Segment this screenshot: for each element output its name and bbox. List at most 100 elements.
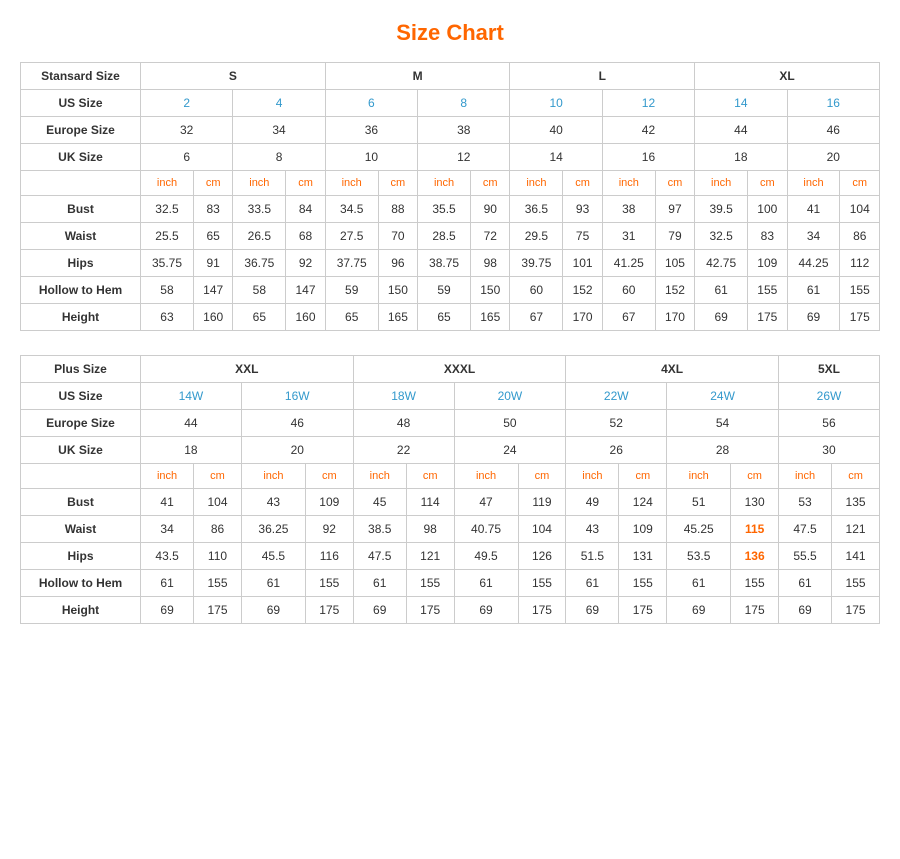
us-l2: 12 <box>602 90 694 117</box>
h2h-12: 152 <box>655 277 694 304</box>
plus-inch-7: inch <box>778 464 831 489</box>
height-13: 69 <box>695 304 748 331</box>
plus-inch-3: inch <box>353 464 406 489</box>
pbust-3: 43 <box>241 489 305 516</box>
height-1: 63 <box>141 304 194 331</box>
waist-row: Waist 25.5 65 26.5 68 27.5 70 28.5 72 29… <box>21 223 880 250</box>
plus-size-label: Plus Size <box>21 356 141 383</box>
plus-cm-1: cm <box>194 464 242 489</box>
bust-13: 39.5 <box>695 196 748 223</box>
us-m2: 8 <box>418 90 510 117</box>
pwaist-4: 92 <box>305 516 353 543</box>
ph2h-4: 155 <box>305 570 353 597</box>
plus-eu-2: 46 <box>241 410 353 437</box>
height-9: 67 <box>510 304 563 331</box>
hollow-to-hem-label: Hollow to Hem <box>21 277 141 304</box>
hips-14: 109 <box>748 250 787 277</box>
std-cm-3: cm <box>378 171 417 196</box>
plus-us-5: 22W <box>566 383 667 410</box>
plus-height-row: Height 69 175 69 175 69 175 69 175 69 17… <box>21 597 880 624</box>
plus-uk-3: 22 <box>353 437 454 464</box>
pwaist-9: 43 <box>566 516 619 543</box>
h2h-7: 59 <box>418 277 471 304</box>
height-10: 170 <box>563 304 602 331</box>
bust-1: 32.5 <box>141 196 194 223</box>
height-15: 69 <box>787 304 840 331</box>
plus-uk-7: 30 <box>778 437 879 464</box>
plus-us-4: 20W <box>454 383 566 410</box>
hips-6: 96 <box>378 250 417 277</box>
plus-bust-label: Bust <box>21 489 141 516</box>
waist-2: 65 <box>193 223 232 250</box>
pwaist-7: 40.75 <box>454 516 518 543</box>
h2h-15: 61 <box>787 277 840 304</box>
phips-6: 121 <box>406 543 454 570</box>
hips-12: 105 <box>655 250 694 277</box>
hips-3: 36.75 <box>233 250 286 277</box>
ph2h-13: 61 <box>778 570 831 597</box>
hips-row: Hips 35.75 91 36.75 92 37.75 96 38.75 98… <box>21 250 880 277</box>
pwaist-6: 98 <box>406 516 454 543</box>
ph2h-3: 61 <box>241 570 305 597</box>
hips-4: 92 <box>286 250 325 277</box>
waist-14: 83 <box>748 223 787 250</box>
waist-13: 32.5 <box>695 223 748 250</box>
std-inch-2: inch <box>233 171 286 196</box>
pheight-12: 175 <box>731 597 779 624</box>
plus-inch-6: inch <box>667 464 731 489</box>
plus-uk-1: 18 <box>141 437 242 464</box>
pheight-9: 69 <box>566 597 619 624</box>
bust-2: 83 <box>193 196 232 223</box>
height-5: 65 <box>325 304 378 331</box>
eu-xl2: 46 <box>787 117 879 144</box>
plus-eu-5: 52 <box>566 410 667 437</box>
pbust-1: 41 <box>141 489 194 516</box>
std-inch-3: inch <box>325 171 378 196</box>
waist-15: 34 <box>787 223 840 250</box>
h2h-6: 150 <box>378 277 417 304</box>
height-6: 165 <box>378 304 417 331</box>
ph2h-11: 61 <box>667 570 731 597</box>
uk-m2: 12 <box>418 144 510 171</box>
uk-l2: 16 <box>602 144 694 171</box>
pheight-6: 175 <box>406 597 454 624</box>
plus-eu-6: 54 <box>667 410 779 437</box>
bust-10: 93 <box>563 196 602 223</box>
pheight-2: 175 <box>194 597 242 624</box>
waist-12: 79 <box>655 223 694 250</box>
size-m-header: M <box>325 63 510 90</box>
std-inch-5: inch <box>510 171 563 196</box>
phips-7: 49.5 <box>454 543 518 570</box>
uk-xl2: 20 <box>787 144 879 171</box>
size-xl-header: XL <box>695 63 880 90</box>
plus-hips-row: Hips 43.5 110 45.5 116 47.5 121 49.5 126… <box>21 543 880 570</box>
plus-height-label: Height <box>21 597 141 624</box>
std-cm-1: cm <box>193 171 232 196</box>
pheight-11: 69 <box>667 597 731 624</box>
plus-us-6: 24W <box>667 383 779 410</box>
size-l-header: L <box>510 63 695 90</box>
eu-xl1: 44 <box>695 117 787 144</box>
height-2: 160 <box>193 304 232 331</box>
plus-waist-row: Waist 34 86 36.25 92 38.5 98 40.75 104 4… <box>21 516 880 543</box>
h2h-2: 147 <box>193 277 232 304</box>
pwaist-10: 109 <box>619 516 667 543</box>
plus-inch-1: inch <box>141 464 194 489</box>
plus-eu-1: 44 <box>141 410 242 437</box>
hollow-to-hem-row: Hollow to Hem 58 147 58 147 59 150 59 15… <box>21 277 880 304</box>
plus-cm-3: cm <box>406 464 454 489</box>
uk-s2: 8 <box>233 144 325 171</box>
waist-16: 86 <box>840 223 880 250</box>
std-inch-6: inch <box>602 171 655 196</box>
phips-8: 126 <box>518 543 566 570</box>
plus-uk-label: UK Size <box>21 437 141 464</box>
ph2h-1: 61 <box>141 570 194 597</box>
plus-hollow-label: Hollow to Hem <box>21 570 141 597</box>
pwaist-13: 47.5 <box>778 516 831 543</box>
hips-13: 42.75 <box>695 250 748 277</box>
us-s2: 4 <box>233 90 325 117</box>
hips-2: 91 <box>193 250 232 277</box>
phips-1: 43.5 <box>141 543 194 570</box>
pheight-5: 69 <box>353 597 406 624</box>
hips-7: 38.75 <box>418 250 471 277</box>
